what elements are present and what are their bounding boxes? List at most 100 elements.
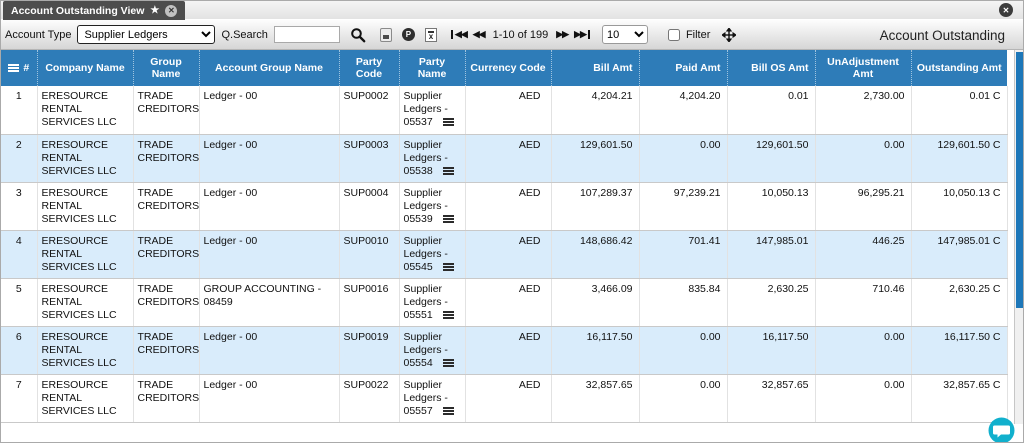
paid-amt-cell: 97,239.21	[639, 182, 728, 231]
last-page-button[interactable]: ▶▶	[574, 29, 590, 40]
column-header-account-group-name[interactable]: Account Group Name	[199, 50, 340, 86]
paid-amt-cell: 0.00	[639, 374, 728, 423]
column-header-party-name[interactable]: Party Name	[399, 50, 466, 86]
party-detail-icon[interactable]	[442, 166, 454, 175]
account-group-name-cell: Ledger - 00	[199, 326, 340, 375]
report-icon[interactable]	[379, 27, 392, 42]
column-header-outstanding-amt[interactable]: Outstanding Amt	[911, 50, 1007, 86]
party-detail-icon[interactable]	[442, 406, 454, 415]
party-name-cell: Supplier Ledgers - 05539	[399, 182, 466, 231]
page-size-select[interactable]: 10	[601, 25, 648, 44]
filter-checkbox[interactable]	[667, 28, 680, 41]
account-group-name-cell: Ledger - 00	[199, 230, 340, 279]
header-row: # Company Name Group Name Account Group …	[1, 50, 1007, 86]
unadjustment-amt-cell: 2,730.00	[815, 86, 912, 135]
account-group-name-cell: Ledger - 00	[199, 374, 340, 423]
outstanding-amt-cell: 0.01 C	[911, 86, 1008, 135]
tab-close-icon[interactable]: ✕	[165, 4, 178, 17]
party-detail-icon[interactable]	[442, 214, 454, 223]
pagination-range: 1-10 of 199	[492, 28, 549, 41]
vertical-scrollbar[interactable]	[1014, 50, 1023, 424]
company-name-cell: ERESOURCE RENTAL SERVICES LLC	[37, 326, 134, 375]
first-page-button[interactable]: ◀◀	[450, 29, 468, 40]
column-header-currency-code[interactable]: Currency Code	[465, 50, 552, 86]
table-row[interactable]: 7 ERESOURCE RENTAL SERVICES LLC TRADE CR…	[1, 374, 1008, 423]
party-name-text: Supplier Ledgers - 05538	[403, 138, 448, 177]
column-header-party-code[interactable]: Party Code	[339, 50, 400, 86]
party-name-text: Supplier Ledgers - 05557	[403, 378, 448, 417]
window-close-icon[interactable]: ✕	[999, 3, 1013, 17]
currency-code-cell: AED	[465, 182, 552, 231]
row-number-cell: 2	[1, 134, 38, 183]
company-name-cell: ERESOURCE RENTAL SERVICES LLC	[37, 230, 134, 279]
table-row[interactable]: 5 ERESOURCE RENTAL SERVICES LLC TRADE CR…	[1, 278, 1008, 327]
bill-amt-cell: 16,117.50	[551, 326, 640, 375]
party-name-cell: Supplier Ledgers - 05554	[399, 326, 466, 375]
party-detail-icon[interactable]	[442, 262, 454, 271]
column-header-bill-amt[interactable]: Bill Amt	[551, 50, 640, 86]
search-icon[interactable]	[350, 27, 366, 43]
bill-os-amt-cell: 32,857.65	[727, 374, 816, 423]
column-header-number[interactable]: #	[1, 50, 38, 86]
bill-amt-cell: 3,466.09	[551, 278, 640, 327]
party-code-cell: SUP0004	[339, 182, 400, 231]
party-detail-icon[interactable]	[442, 358, 454, 367]
account-group-name-cell: Ledger - 00	[199, 134, 340, 183]
account-type-select[interactable]: Supplier Ledgers	[77, 25, 216, 44]
party-detail-icon[interactable]	[442, 118, 454, 126]
bill-amt-cell: 4,204.21	[551, 86, 640, 135]
table-row[interactable]: 3 ERESOURCE RENTAL SERVICES LLC TRADE CR…	[1, 182, 1008, 231]
paid-amt-cell: 835.84	[639, 278, 728, 327]
chat-button[interactable]	[988, 417, 1015, 442]
company-name-cell: ERESOURCE RENTAL SERVICES LLC	[37, 86, 134, 135]
account-outstanding-window: Account Outstanding View ★ ✕ ✕ Account T…	[0, 0, 1024, 443]
excel-sheet-icon: x	[424, 27, 437, 42]
bill-os-amt-cell: 0.01	[727, 86, 816, 135]
grid-menu-icon[interactable]	[8, 64, 20, 72]
pdf-export-icon[interactable]: P	[401, 28, 415, 41]
table-row[interactable]: 2 ERESOURCE RENTAL SERVICES LLC TRADE CR…	[1, 134, 1008, 183]
account-type-label: Account Type	[5, 28, 72, 41]
bill-os-amt-cell: 2,630.25	[727, 278, 816, 327]
excel-export-icon[interactable]: x	[424, 27, 437, 42]
column-header-paid-amt[interactable]: Paid Amt	[639, 50, 728, 86]
unadjustment-amt-cell: 0.00	[815, 374, 912, 423]
bill-amt-cell: 129,601.50	[551, 134, 640, 183]
search-label: Q.Search	[221, 28, 268, 41]
bill-amt-cell: 148,686.42	[551, 230, 640, 279]
account-group-name-cell: Ledger - 00	[199, 182, 340, 231]
bill-os-amt-cell: 16,117.50	[727, 326, 816, 375]
tab-account-outstanding-view[interactable]: Account Outstanding View ★ ✕	[3, 1, 186, 20]
bill-amt-cell: 107,289.37	[551, 182, 640, 231]
column-header-unadjustment-amt[interactable]: UnAdjustment Amt	[815, 50, 912, 86]
column-header-group-name[interactable]: Group Name	[133, 50, 200, 86]
favorite-star-icon[interactable]: ★	[150, 5, 159, 16]
search-input[interactable]	[273, 26, 340, 43]
row-number-cell: 6	[1, 326, 38, 375]
next-page-button[interactable]: ▶▶	[556, 29, 569, 40]
party-code-cell: SUP0016	[339, 278, 400, 327]
unadjustment-amt-cell: 710.46	[815, 278, 912, 327]
bill-os-amt-cell: 10,050.13	[727, 182, 816, 231]
column-header-bill-os-amt[interactable]: Bill OS Amt	[727, 50, 816, 86]
group-name-cell: TRADE CREDITORS	[133, 278, 200, 327]
paid-amt-cell: 701.41	[639, 230, 728, 279]
toolbar: Account Type Supplier Ledgers Q.Search P…	[1, 20, 1023, 50]
party-name-cell: Supplier Ledgers - 05537	[399, 86, 466, 135]
move-icon[interactable]	[722, 27, 737, 42]
currency-code-cell: AED	[465, 134, 552, 183]
column-header-company-name[interactable]: Company Name	[37, 50, 134, 86]
paid-amt-cell: 4,204.20	[639, 86, 728, 135]
table-row[interactable]: 6 ERESOURCE RENTAL SERVICES LLC TRADE CR…	[1, 326, 1008, 375]
scrollbar-thumb[interactable]	[1016, 52, 1023, 308]
party-name-text: Supplier Ledgers - 05545	[403, 234, 448, 273]
account-outstanding-table: # Company Name Group Name Account Group …	[1, 50, 1008, 423]
outstanding-amt-cell: 32,857.65 C	[911, 374, 1008, 423]
paid-amt-cell: 0.00	[639, 326, 728, 375]
table-row[interactable]: 1 ERESOURCE RENTAL SERVICES LLC TRADE CR…	[1, 86, 1008, 135]
outstanding-amt-cell: 147,985.01 C	[911, 230, 1008, 279]
row-number-cell: 4	[1, 230, 38, 279]
table-row[interactable]: 4 ERESOURCE RENTAL SERVICES LLC TRADE CR…	[1, 230, 1008, 279]
prev-page-button[interactable]: ◀◀	[473, 29, 486, 40]
party-detail-icon[interactable]	[442, 310, 454, 319]
